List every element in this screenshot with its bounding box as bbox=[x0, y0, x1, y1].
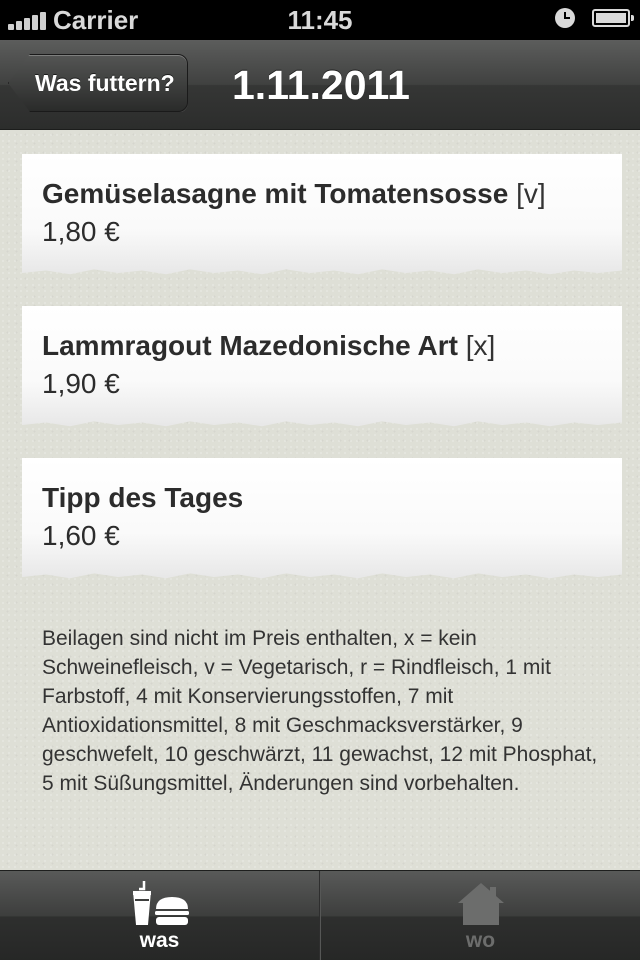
house-icon bbox=[457, 883, 504, 925]
menu-item-card[interactable]: Lammragout Mazedonische Art [x] 1,90 € bbox=[22, 306, 622, 427]
drink-burger-icon bbox=[132, 881, 189, 925]
back-button[interactable]: Was futtern? bbox=[8, 54, 188, 112]
menu-item-card[interactable]: Gemüselasagne mit Tomatensosse [v] 1,80 … bbox=[22, 154, 622, 275]
tab-label: wo bbox=[465, 929, 496, 952]
tab-was[interactable]: was bbox=[0, 871, 319, 960]
menu-item-title: Gemüselasagne mit Tomatensosse [v] bbox=[42, 178, 602, 210]
menu-item-title: Tipp des Tages bbox=[42, 482, 602, 514]
menu-item-name: Tipp des Tages bbox=[42, 482, 244, 513]
navigation-bar: Was futtern? 1.11.2011 bbox=[0, 40, 640, 130]
menu-item-title: Lammragout Mazedonische Art [x] bbox=[42, 330, 602, 362]
status-bar: Carrier 11:45 bbox=[0, 0, 640, 40]
menu-item-tag: [x] bbox=[465, 330, 496, 361]
menu-item-price: 1,80 € bbox=[42, 216, 120, 247]
menu-item-name: Lammragout Mazedonische Art bbox=[42, 330, 458, 361]
menu-item-card[interactable]: Tipp des Tages 1,60 € bbox=[22, 458, 622, 579]
menu-item-price: 1,90 € bbox=[42, 368, 120, 399]
battery-icon bbox=[592, 9, 634, 27]
alarm-icon bbox=[555, 8, 575, 28]
menu-item-name: Gemüselasagne mit Tomatensosse bbox=[42, 178, 509, 209]
tab-wo[interactable]: wo bbox=[321, 871, 640, 960]
page-title: 1.11.2011 bbox=[232, 62, 410, 108]
menu-item-tag: [v] bbox=[516, 178, 546, 209]
legend-text: Beilagen sind nicht im Preis enthalten, … bbox=[42, 627, 598, 795]
tab-bar: was wo bbox=[0, 870, 640, 960]
menu-item-price: 1,60 € bbox=[42, 520, 120, 551]
tab-label: was bbox=[139, 929, 180, 952]
status-time: 11:45 bbox=[287, 5, 353, 35]
